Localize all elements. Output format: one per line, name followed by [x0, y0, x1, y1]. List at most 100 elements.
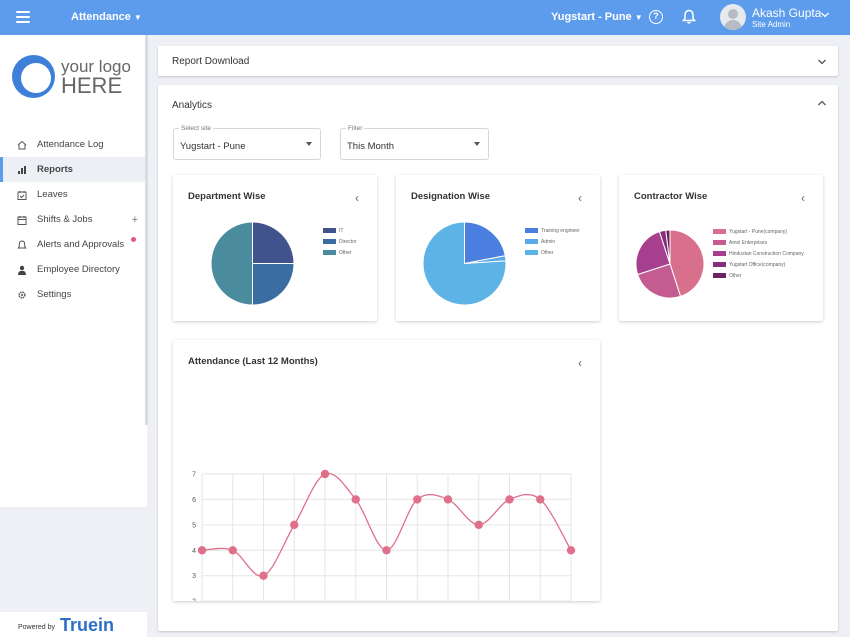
legend-item[interactable]: Training engineer — [525, 225, 580, 236]
data-point-jul-21[interactable] — [474, 520, 483, 530]
user-name[interactable]: Akash Gupta — [752, 6, 821, 20]
y-tick-label: 3 — [192, 573, 196, 580]
chevron-down-icon[interactable] — [817, 58, 827, 66]
pie-slice-it[interactable] — [252, 221, 295, 264]
legend-swatch — [525, 239, 538, 244]
data-point-nov-20[interactable] — [228, 546, 237, 555]
designation-pie-chart — [422, 221, 507, 306]
legend-label: Other — [729, 272, 742, 279]
data-point-feb-21[interactable] — [320, 469, 330, 479]
legend-label: IT — [339, 227, 344, 234]
legend-item[interactable]: Admin — [525, 236, 580, 247]
designation-legend: Training engineer Admin Other — [525, 225, 580, 258]
notification-dot — [131, 237, 136, 242]
data-point-aug-21[interactable] — [505, 495, 514, 504]
sidebar-item-shifts-jobs[interactable]: Shifts & Jobs + — [0, 207, 147, 232]
legend-swatch — [713, 251, 726, 256]
legend-label: Admin — [541, 238, 556, 245]
contractor-wise-card: Contractor Wise ‹ Yugstart - Pune(compan… — [619, 175, 823, 321]
legend-swatch — [323, 228, 336, 233]
notification-bell-icon[interactable] — [682, 9, 696, 25]
app-menu-label: Attendance — [71, 11, 131, 23]
data-point-jan-21[interactable] — [290, 520, 299, 530]
sidebar-item-leaves[interactable]: Leaves — [0, 182, 147, 207]
select-site-dropdown[interactable]: Select site Yugstart - Pune — [173, 125, 321, 160]
caret-down-icon: ▼ — [634, 13, 643, 22]
legend-swatch — [713, 229, 726, 234]
legend-item[interactable]: IT — [323, 225, 357, 236]
legend-item[interactable]: Other — [525, 247, 580, 258]
department-pie-chart — [210, 221, 295, 306]
contractor-pie-chart — [635, 229, 705, 299]
sidebar-item-label: Attendance Log — [37, 139, 104, 150]
company-logo: your logo HERE — [12, 53, 132, 103]
avatar[interactable] — [720, 4, 746, 30]
data-point-oct-21[interactable] — [566, 546, 576, 555]
pie-slice-director[interactable] — [252, 263, 295, 306]
legend-label: Other — [339, 249, 352, 256]
legend-item[interactable]: Yugstart - Pune(company) — [713, 226, 804, 237]
top-bar: Attendance ▼ Yugstart - Pune ▼ ? Akash Gup… — [0, 0, 850, 35]
powered-by-footer: Powered by Truein — [0, 612, 147, 637]
logo-line2: HERE — [61, 73, 123, 98]
data-point-apr-21[interactable] — [382, 546, 391, 555]
bell-icon — [17, 239, 27, 248]
site-dropdown[interactable]: Yugstart - Pune ▼ — [551, 11, 643, 23]
sidebar-scrollbar[interactable] — [145, 35, 148, 425]
legend-item[interactable]: Yugstart Office(company) — [713, 259, 804, 270]
legend-item[interactable]: Director — [323, 236, 357, 247]
legend-item[interactable]: Other — [323, 247, 357, 258]
legend-swatch — [525, 250, 538, 255]
select-site-label: Select site — [179, 125, 213, 132]
caret-down-icon — [306, 142, 312, 146]
sidebar-item-attendance-log[interactable]: Attendance Log — [0, 132, 147, 157]
data-point-jun-21[interactable] — [443, 495, 453, 504]
legend-label: Yugstart Office(company) — [729, 261, 786, 268]
brand-logo: Truein — [60, 615, 115, 635]
card-title: Department Wise — [188, 191, 266, 202]
chevron-left-icon[interactable]: ‹ — [355, 191, 359, 205]
legend-label: Director — [339, 238, 357, 245]
y-tick-label: 5 — [192, 522, 196, 529]
data-point-may-21[interactable] — [413, 495, 422, 504]
calendar-icon — [17, 215, 27, 225]
pie-slice-other[interactable] — [210, 221, 253, 306]
user-menu-chevron-down-icon[interactable] — [820, 10, 830, 20]
data-point-dec-20[interactable] — [259, 571, 268, 580]
data-point-sep-21[interactable] — [536, 495, 545, 504]
report-download-panel[interactable]: Report Download — [158, 46, 838, 76]
legend-label: Yugstart - Pune(company) — [729, 228, 788, 235]
caret-down-icon — [474, 142, 480, 146]
sidebar-item-alerts-approvals[interactable]: Alerts and Approvals — [0, 232, 147, 257]
y-tick-label: 7 — [192, 472, 196, 479]
legend-swatch — [713, 240, 726, 245]
attendance-line-card: Attendance (Last 12 Months) ‹ 01234567Oc… — [173, 340, 600, 601]
user-role: Site Admin — [752, 20, 791, 29]
expand-plus-icon[interactable]: + — [132, 214, 138, 226]
chevron-left-icon[interactable]: ‹ — [578, 191, 582, 205]
sidebar: your logo HERE Attendance Log Reports Le… — [0, 35, 147, 507]
legend-item[interactable]: Amol Enterprises — [713, 237, 804, 248]
sidebar-item-employee-directory[interactable]: Employee Directory — [0, 257, 147, 282]
chevron-left-icon[interactable]: ‹ — [801, 191, 805, 205]
person-icon — [18, 265, 26, 275]
analytics-panel: Analytics Select site Yugstart - Pune Fi… — [158, 85, 838, 631]
filter-label: Filter — [346, 125, 365, 132]
legend-item[interactable]: Other — [713, 270, 804, 281]
app-menu-dropdown[interactable]: Attendance ▼ — [71, 11, 142, 23]
department-wise-card: Department Wise ‹ IT Director Other — [173, 175, 377, 321]
calendar-check-icon — [17, 190, 27, 200]
data-point-oct-20[interactable] — [197, 546, 207, 555]
help-icon[interactable]: ? — [649, 10, 663, 24]
sidebar-item-settings[interactable]: Settings — [0, 282, 147, 307]
card-title: Designation Wise — [411, 191, 491, 202]
legend-item[interactable]: Hindustan Construction Company — [713, 248, 804, 259]
sidebar-item-label: Reports — [37, 164, 73, 175]
filter-dropdown[interactable]: Filter This Month — [340, 125, 489, 160]
data-point-mar-21[interactable] — [351, 495, 360, 504]
legend-label: Training engineer — [541, 227, 580, 234]
sidebar-item-reports[interactable]: Reports — [0, 157, 147, 182]
hamburger-menu-icon[interactable] — [16, 11, 30, 23]
sidebar-item-label: Settings — [37, 289, 72, 300]
chevron-up-icon[interactable] — [817, 99, 827, 107]
